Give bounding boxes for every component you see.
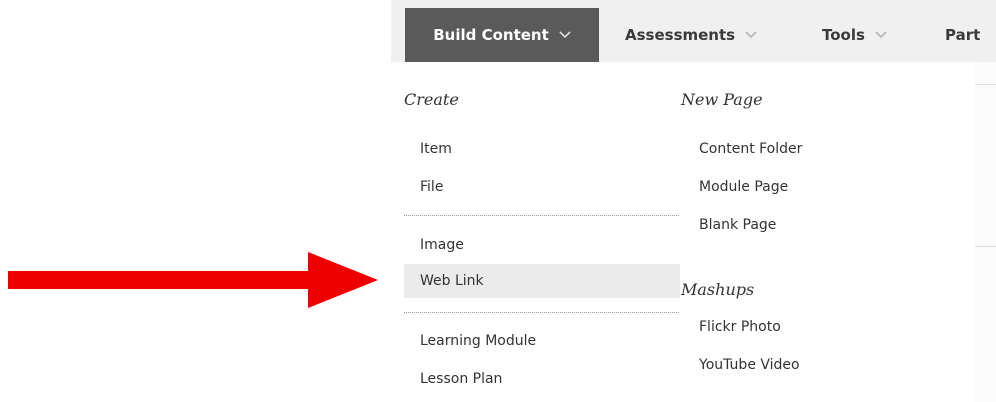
menu-item-web-link[interactable]: Web Link xyxy=(404,264,680,298)
mashups-heading: Mashups xyxy=(681,280,755,299)
menu-item-youtube-video[interactable]: YouTube Video xyxy=(699,357,800,373)
divider xyxy=(404,215,679,216)
background-page-edge xyxy=(975,62,996,402)
build-content-dropdown: Create Item File Image Web Link Learning… xyxy=(391,62,976,402)
tab-tools[interactable]: Tools xyxy=(822,8,887,62)
chevron-down-icon xyxy=(559,31,571,39)
tab-label: Tools xyxy=(822,26,865,44)
divider xyxy=(975,246,996,247)
tab-label: Assessments xyxy=(625,26,736,44)
tab-build-content[interactable]: Build Content xyxy=(405,8,599,62)
tab-label: Build Content xyxy=(433,26,549,44)
tab-label: Part xyxy=(945,26,981,44)
chevron-down-icon xyxy=(875,31,887,39)
tab-partner-content[interactable]: Part xyxy=(945,8,980,62)
course-menubar: Build Content Assessments Tools Part xyxy=(391,0,996,62)
new-page-heading: New Page xyxy=(681,90,763,109)
menu-item-module-page[interactable]: Module Page xyxy=(699,179,788,195)
menu-item-image[interactable]: Image xyxy=(420,237,464,253)
chevron-down-icon xyxy=(745,31,757,39)
divider xyxy=(404,312,679,313)
create-heading: Create xyxy=(404,90,459,109)
divider xyxy=(975,84,996,85)
menu-item-content-folder[interactable]: Content Folder xyxy=(699,141,802,157)
menu-item-learning-module[interactable]: Learning Module xyxy=(420,333,536,349)
menu-item-blank-page[interactable]: Blank Page xyxy=(699,217,776,233)
tab-assessments[interactable]: Assessments xyxy=(625,8,757,62)
menu-item-file[interactable]: File xyxy=(420,179,443,195)
arrow-right-icon xyxy=(8,252,378,308)
menu-item-flickr-photo[interactable]: Flickr Photo xyxy=(699,319,781,335)
menu-item-item[interactable]: Item xyxy=(420,141,452,157)
menu-item-lesson-plan[interactable]: Lesson Plan xyxy=(420,371,502,387)
